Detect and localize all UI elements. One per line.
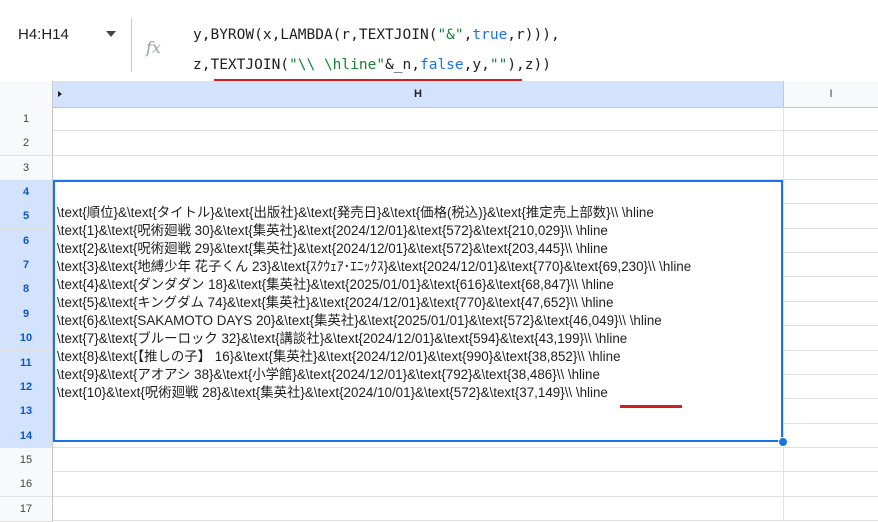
- name-box[interactable]: H4:H14: [0, 0, 130, 81]
- row-header[interactable]: 4: [0, 180, 53, 206]
- formula-token: z,TEXTJOIN(: [193, 57, 290, 73]
- annotation-underline: [620, 405, 682, 408]
- row-divider: [53, 446, 878, 448]
- name-box-ref[interactable]: H4:H14: [18, 26, 69, 43]
- cell-text-line: \text{8}&\text{【推しの子】 16}&\text{集英社}&\te…: [57, 349, 621, 364]
- expand-arrow-icon[interactable]: [58, 91, 62, 97]
- column-header-h-label: H: [414, 88, 422, 100]
- row-header[interactable]: 1: [0, 107, 53, 132]
- formula-line-1[interactable]: y,BYROW(x,LAMBDA(r,TEXTJOIN("&",true,r))…: [193, 27, 560, 43]
- formula-bar: H4:H14 fx y,BYROW(x,LAMBDA(r,TEXTJOIN("&…: [0, 0, 878, 82]
- formula-bar-divider: [131, 18, 132, 72]
- cell-text-line: \text{2}&\text{呪術廻戦 29}&\text{集英社}&\text…: [57, 241, 608, 256]
- formula-token: ),z)): [507, 57, 551, 73]
- cell-text-line: \text{順位}&\text{タイトル}&\text{出版社}&\text{発…: [57, 205, 654, 220]
- cell-text-line: \text{10}&\text{呪術廻戦 28}&\text{集英社}&\tex…: [57, 385, 608, 400]
- row-header[interactable]: 15: [0, 447, 53, 473]
- cell-text-line: \text{3}&\text{地縛少年 花子くん 23}&\text{ｽｸｳｪｱ…: [57, 259, 692, 274]
- row-header[interactable]: 8: [0, 277, 53, 303]
- column-header-i-label: I: [829, 88, 833, 100]
- row-header[interactable]: 16: [0, 472, 53, 498]
- row-header[interactable]: 5: [0, 204, 53, 230]
- row-divider: [53, 495, 878, 497]
- row-divider: [53, 130, 878, 132]
- cell-text-line: \text{5}&\text{キングダム 74}&\text{集英社}&\tex…: [57, 295, 614, 310]
- formula-string: "\\ \hline": [289, 57, 386, 73]
- row-divider: [53, 154, 878, 156]
- formula-token: y,BYROW(x,LAMBDA(r,TEXTJOIN(: [193, 27, 438, 43]
- formula-token: ,y,: [463, 57, 490, 73]
- cell-text-line: \text{9}&\text{アオアシ 38}&\text{小学館}&\text…: [57, 367, 600, 382]
- cell-text-line: \text{1}&\text{呪術廻戦 30}&\text{集英社}&\text…: [57, 223, 608, 238]
- row-header[interactable]: 17: [0, 496, 53, 522]
- fx-icon: fx: [146, 38, 161, 57]
- row-header[interactable]: 12: [0, 374, 53, 400]
- cell-h5-output[interactable]: \text{順位}&\text{タイトル}&\text{出版社}&\text{発…: [57, 204, 782, 402]
- row-header[interactable]: 11: [0, 350, 53, 376]
- row-header[interactable]: 2: [0, 131, 53, 157]
- row-header[interactable]: 7: [0, 253, 53, 279]
- formula-string: "": [489, 57, 508, 73]
- row-header[interactable]: 13: [0, 399, 53, 425]
- chevron-down-icon[interactable]: [106, 31, 116, 37]
- cell-text-line: \text{4}&\text{ダンダダン 18}&\text{集英社}&\tex…: [57, 277, 614, 292]
- formula-line-2[interactable]: z,TEXTJOIN("\\ \hline"&_n,false,y,""),z)…: [193, 57, 551, 73]
- formula-string: "&": [437, 27, 464, 43]
- formula-token: &_n,: [385, 57, 420, 73]
- formula-token: ,r))),: [507, 27, 560, 43]
- cell-text-line: \text{7}&\text{ブルーロック 32}&\text{講談社}&\te…: [57, 331, 628, 346]
- row-header[interactable]: 9: [0, 301, 53, 327]
- formula-boolean: false: [419, 57, 464, 73]
- column-header-i[interactable]: I: [784, 81, 878, 107]
- row-header[interactable]: 10: [0, 326, 53, 352]
- select-all-corner[interactable]: [0, 81, 53, 107]
- row-header[interactable]: 14: [0, 423, 53, 449]
- fill-handle[interactable]: [778, 437, 788, 447]
- column-header-row: H I: [0, 81, 878, 108]
- row-divider: [53, 471, 878, 473]
- row-header[interactable]: 6: [0, 228, 53, 254]
- cell-text-line: \text{6}&\text{SAKAMOTO DAYS 20}&\text{集…: [57, 313, 662, 328]
- row-header[interactable]: 3: [0, 155, 53, 181]
- column-divider: [783, 107, 784, 521]
- column-header-h[interactable]: H: [53, 81, 784, 107]
- formula-boolean: true: [472, 27, 508, 43]
